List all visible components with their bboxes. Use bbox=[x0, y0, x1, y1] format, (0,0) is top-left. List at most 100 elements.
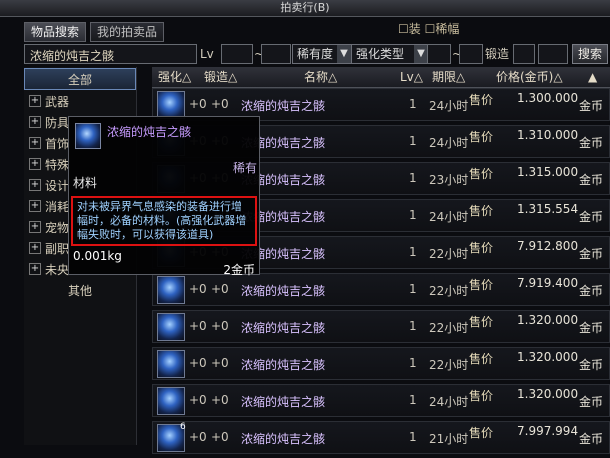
row-enhance: +0 bbox=[189, 319, 207, 333]
row-time-left: 24小时 bbox=[429, 395, 469, 409]
column-extra: ▲ bbox=[588, 70, 598, 84]
row-price: 1.320.000 bbox=[517, 313, 579, 327]
lv-min-input[interactable] bbox=[221, 44, 253, 64]
column-enhance[interactable]: 强化△ bbox=[158, 67, 191, 87]
row-sale-label: 售价 bbox=[469, 352, 494, 366]
row-currency: 金币 bbox=[579, 432, 604, 446]
tooltip-price: 2金币 bbox=[223, 263, 255, 277]
row-sale-label: 售价 bbox=[469, 93, 494, 107]
row-lv: 1 bbox=[409, 208, 417, 222]
chevron-down-icon: ▼ bbox=[337, 45, 351, 63]
row-sale-label: 售价 bbox=[469, 204, 494, 218]
row-currency: 金币 bbox=[579, 210, 604, 224]
item-gem-icon bbox=[157, 91, 185, 119]
sidebar-item-label: 副职 bbox=[45, 241, 70, 256]
expand-icon[interactable]: + bbox=[29, 221, 41, 233]
sidebar-item-weapon[interactable]: + 武器 bbox=[24, 91, 136, 111]
row-lv: 1 bbox=[409, 430, 417, 444]
row-item-name: 浓缩的炖吉之骸 bbox=[241, 321, 326, 335]
item-gem-icon bbox=[157, 276, 185, 304]
row-sale-label: 售价 bbox=[469, 278, 494, 292]
listing-row[interactable]: 6 +0 +0 浓缩的炖吉之骸 1 21小时 售价 7.997.994 金币 bbox=[152, 421, 610, 454]
row-price: 1.310.000 bbox=[517, 128, 579, 142]
row-forge: +0 bbox=[211, 393, 229, 407]
enhance-min-input[interactable] bbox=[427, 44, 451, 64]
row-forge: +0 bbox=[211, 97, 229, 111]
row-time-left: 22小时 bbox=[429, 247, 469, 261]
row-forge: +0 bbox=[211, 356, 229, 370]
sidebar-item-label: 防具 bbox=[45, 115, 70, 130]
listing-row[interactable]: +0 +0 浓缩的炖吉之骸 1 22小时 售价 7.919.400 金币 bbox=[152, 273, 610, 306]
search-input[interactable]: 浓缩的炖吉之骸 bbox=[24, 44, 197, 64]
expand-icon[interactable]: + bbox=[29, 263, 41, 275]
row-sale-label: 售价 bbox=[469, 389, 494, 403]
enhance-type-select[interactable]: 强化类型 ▼ bbox=[351, 44, 429, 64]
row-time-left: 23小时 bbox=[429, 173, 469, 187]
expand-icon[interactable]: + bbox=[29, 179, 41, 191]
tab-my-auction[interactable]: 我的拍卖品 bbox=[90, 22, 165, 42]
expand-icon[interactable]: + bbox=[29, 158, 41, 170]
row-price: 1.315.000 bbox=[517, 165, 579, 179]
row-price: 1.320.000 bbox=[517, 350, 579, 364]
row-time-left: 24小时 bbox=[429, 136, 469, 150]
forge-max-input[interactable] bbox=[538, 44, 568, 64]
rarity-select-label: 稀有度 bbox=[297, 47, 334, 61]
sidebar-item-label: 设计 bbox=[45, 178, 70, 193]
expand-icon[interactable]: + bbox=[29, 200, 41, 212]
filter-header-text: ☐装 ☐稀幅 bbox=[398, 22, 460, 36]
row-enhance: +0 bbox=[189, 430, 207, 444]
sidebar-item-other[interactable]: 其他 bbox=[24, 280, 136, 300]
rarity-select[interactable]: 稀有度 ▼ bbox=[292, 44, 352, 64]
row-price: 7.997.994 bbox=[517, 424, 579, 438]
search-query-text: 浓缩的炖吉之骸 bbox=[30, 49, 115, 63]
tooltip-description: 对未被异界气息感染的装备进行增幅时，必备的材料。(高强化武器增幅失败时，可以获得… bbox=[71, 196, 257, 246]
row-lv: 1 bbox=[409, 393, 417, 407]
enhance-type-label: 强化类型 bbox=[356, 47, 405, 61]
enhance-max-input[interactable] bbox=[459, 44, 483, 64]
expand-icon[interactable]: + bbox=[29, 95, 41, 107]
item-gem-icon bbox=[157, 313, 185, 341]
row-lv: 1 bbox=[409, 171, 417, 185]
lv-max-input[interactable] bbox=[261, 44, 291, 64]
column-name[interactable]: 名称△ bbox=[304, 67, 337, 87]
tooltip-category: 材料 bbox=[73, 176, 98, 190]
row-item-name: 浓缩的炖吉之骸 bbox=[241, 284, 326, 298]
row-forge: +0 bbox=[211, 430, 229, 444]
sidebar-item-label: 全部 bbox=[67, 72, 92, 87]
row-price: 7.912.800 bbox=[517, 239, 579, 253]
stack-badge: 6 bbox=[180, 422, 186, 432]
sidebar-item-all[interactable]: 全部 bbox=[24, 68, 136, 90]
row-item-name: 浓缩的炖吉之骸 bbox=[241, 99, 326, 113]
listing-row[interactable]: +0 +0 浓缩的炖吉之骸 1 22小时 售价 1.320.000 金币 bbox=[152, 310, 610, 343]
row-time-left: 22小时 bbox=[429, 284, 469, 298]
expand-icon[interactable]: + bbox=[29, 242, 41, 254]
tab-item-search[interactable]: 物品搜索 bbox=[24, 22, 87, 42]
row-lv: 1 bbox=[409, 97, 417, 111]
expand-icon[interactable]: + bbox=[29, 116, 41, 128]
column-price[interactable]: 价格(金币)△ bbox=[496, 67, 563, 87]
search-button[interactable]: 搜索 bbox=[572, 44, 608, 64]
row-sale-label: 售价 bbox=[469, 241, 494, 255]
tooltip-item-name: 浓缩的炖吉之骸 bbox=[107, 125, 192, 139]
item-tooltip: 浓缩的炖吉之骸 稀有 材料 对未被异界气息感染的装备进行增幅时，必备的材料。(高… bbox=[68, 116, 260, 277]
item-gem-icon bbox=[157, 350, 185, 378]
expand-icon[interactable]: + bbox=[29, 137, 41, 149]
row-lv: 1 bbox=[409, 134, 417, 148]
column-lv[interactable]: Lv△ bbox=[400, 67, 423, 87]
row-currency: 金币 bbox=[579, 395, 604, 409]
forge-min-input[interactable] bbox=[513, 44, 535, 64]
item-gem-icon bbox=[75, 123, 101, 149]
row-price: 1.320.000 bbox=[517, 387, 579, 401]
row-currency: 金币 bbox=[579, 136, 604, 150]
listing-row[interactable]: +0 +0 浓缩的炖吉之骸 1 24小时 售价 1.320.000 金币 bbox=[152, 384, 610, 417]
row-lv: 1 bbox=[409, 282, 417, 296]
column-period[interactable]: 期限△ bbox=[432, 67, 465, 87]
column-forge[interactable]: 锻造△ bbox=[204, 67, 237, 87]
row-price: 1.315.554 bbox=[517, 202, 579, 216]
chevron-down-icon: ▼ bbox=[414, 45, 428, 63]
row-sale-label: 售价 bbox=[469, 426, 494, 440]
listing-row[interactable]: +0 +0 浓缩的炖吉之骸 1 22小时 售价 1.320.000 金币 bbox=[152, 347, 610, 380]
row-time-left: 24小时 bbox=[429, 210, 469, 224]
row-time-left: 22小时 bbox=[429, 321, 469, 335]
row-price: 1.300.000 bbox=[517, 91, 579, 105]
